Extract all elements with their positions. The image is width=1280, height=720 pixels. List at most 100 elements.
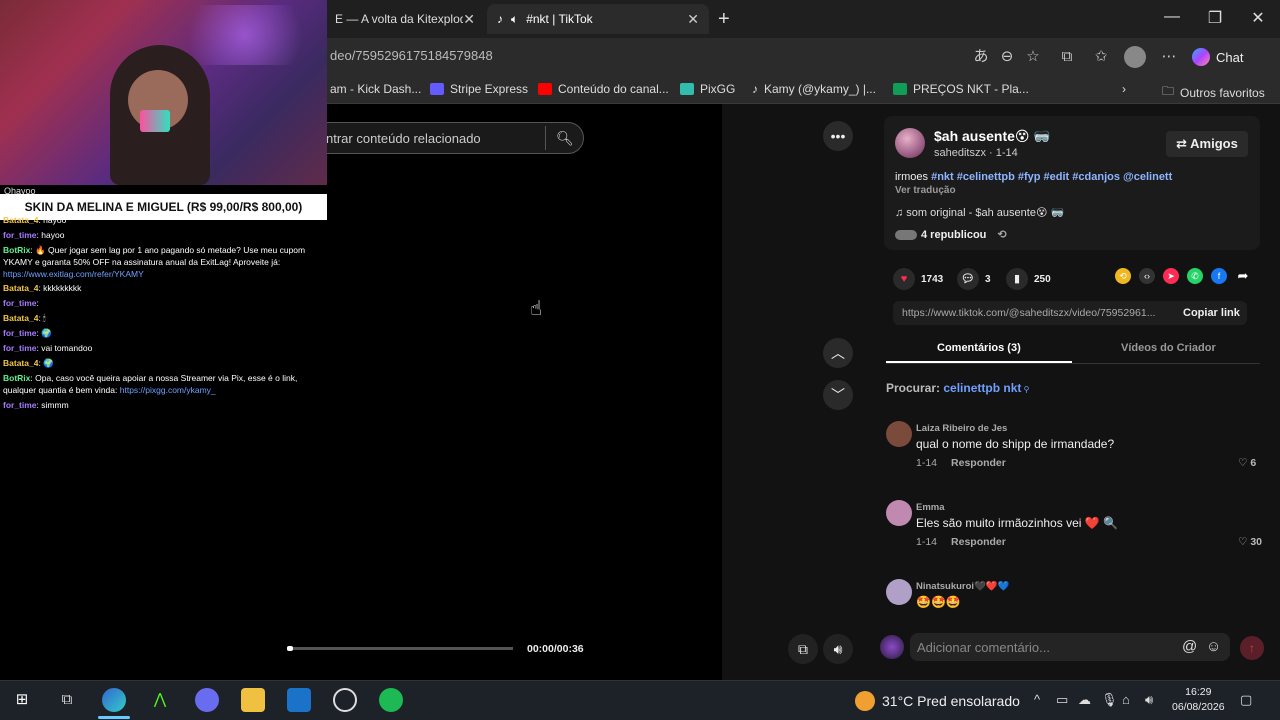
chat-username[interactable]: for_time: [3, 230, 37, 240]
volume-icon[interactable]: 🔊︎: [1145, 692, 1153, 708]
file-explorer-icon[interactable]: [241, 688, 265, 712]
chat-username[interactable]: for_time: [3, 343, 37, 353]
comment-author[interactable]: Laiza Ribeiro de Jes: [916, 423, 1007, 434]
chat-username[interactable]: Batata_4: [3, 283, 38, 293]
avatar[interactable]: [886, 579, 912, 605]
spotify-icon[interactable]: [379, 688, 403, 712]
chat-username[interactable]: Batata_4: [3, 215, 38, 225]
comment-stat[interactable]: 💬︎ 3: [957, 268, 991, 290]
post-tags[interactable]: #nkt #celinettpb #fyp #edit #cdanjos @ce…: [931, 171, 1172, 183]
chat-link[interactable]: https://www.exitlag.com/refer/YKAMY: [3, 269, 144, 279]
comment-like[interactable]: ♡ 30: [1238, 536, 1262, 548]
chat-username[interactable]: Batata_4: [3, 358, 38, 368]
bookmark-youtube[interactable]: Conteúdo do canal...: [538, 82, 669, 96]
embed-icon[interactable]: ‹›: [1139, 268, 1155, 284]
windows-start-icon[interactable]: ⊞: [10, 688, 34, 712]
translate-link[interactable]: Ver tradução: [895, 185, 956, 196]
facebook-icon[interactable]: f: [1211, 268, 1227, 284]
avatar[interactable]: [886, 500, 912, 526]
chat-username[interactable]: BotRix: [3, 373, 30, 383]
edge-icon[interactable]: [102, 688, 126, 712]
heart-icon[interactable]: ♡: [1238, 457, 1250, 469]
share-icon[interactable]: ➦: [1235, 268, 1251, 284]
notifications-icon[interactable]: ▢: [1240, 692, 1252, 708]
maximize-icon[interactable]: ❐: [1195, 8, 1235, 28]
bookmark-pixgg[interactable]: PixGG: [680, 82, 735, 96]
sound-link[interactable]: ♫ som original - $ah ausente😵 🥽: [895, 206, 1064, 219]
friends-button[interactable]: ⇄ Amigos: [1166, 131, 1248, 157]
outlook-icon[interactable]: [287, 688, 311, 712]
comment-like[interactable]: ♡ 6: [1238, 457, 1256, 469]
comment-author[interactable]: Ninatsukuroi🖤❤️💙: [916, 581, 1010, 592]
chevron-right-icon[interactable]: ›: [1122, 82, 1126, 96]
comment-input[interactable]: Adicionar comentário...: [917, 640, 1050, 655]
search-suggestion[interactable]: Procurar: celinettpb nkt ⚲: [886, 381, 1029, 395]
chat-username[interactable]: for_time: [3, 328, 37, 338]
save-stat[interactable]: ▮ 250: [1006, 268, 1051, 290]
microphone-icon[interactable]: 🎙︎: [1101, 692, 1118, 708]
task-view-icon[interactable]: ⧉: [55, 688, 79, 712]
profile-avatar[interactable]: [1124, 46, 1146, 68]
extensions-icon[interactable]: ⧉: [1056, 46, 1078, 68]
reply-button[interactable]: Responder: [951, 536, 1006, 548]
favorites-icon[interactable]: ✩: [1090, 46, 1112, 68]
tab-creator-videos[interactable]: Vídeos do Criador: [1121, 342, 1216, 354]
heart-icon[interactable]: ♥: [893, 268, 915, 290]
clock[interactable]: 16:29 06/08/2026: [1172, 685, 1225, 715]
volume-icon[interactable]: 🔊︎: [823, 634, 853, 664]
chat-username[interactable]: for_time: [3, 400, 37, 410]
video-progress-handle[interactable]: [287, 646, 293, 651]
bookmark-kick[interactable]: am - Kick Dash...: [330, 82, 421, 96]
video-progress-bar[interactable]: [287, 647, 513, 650]
video-link[interactable]: https://www.tiktok.com/@saheditszx/video…: [902, 307, 1155, 319]
translate-icon[interactable]: あ: [970, 46, 992, 68]
weather-text[interactable]: 31°C Pred ensolarado: [882, 693, 1020, 709]
tab-tiktok[interactable]: ♪ 🔈︎ #nkt | TikTok ✕: [487, 4, 709, 34]
new-tab-icon[interactable]: +: [718, 8, 730, 31]
close-icon[interactable]: ✕: [687, 11, 699, 28]
bookmark-icon[interactable]: ▮: [1006, 268, 1028, 290]
bookmark-tiktok[interactable]: ♪ Kamy (@ykamy_) |...: [752, 82, 876, 96]
search-input[interactable]: ntrar conteúdo relacionado: [326, 131, 481, 146]
device-icon[interactable]: ▭: [1056, 692, 1068, 708]
chevron-down-icon[interactable]: ﹀: [823, 380, 853, 410]
bookmark-stripe[interactable]: Stripe Express: [430, 82, 528, 96]
tab-kitexplode[interactable]: E — A volta da Kitexplode ✕: [325, 4, 485, 34]
more-options-button[interactable]: •••: [823, 121, 853, 151]
comment-author[interactable]: Emma: [916, 502, 945, 513]
chevron-up-icon[interactable]: ^: [1034, 692, 1040, 707]
tab-comments[interactable]: Comentários (3): [937, 342, 1021, 354]
mention-icon[interactable]: @: [1182, 638, 1197, 655]
discord-icon[interactable]: [195, 688, 219, 712]
url-field[interactable]: deo/7595296175184579848: [330, 48, 493, 63]
chat-username[interactable]: Batata_4: [3, 313, 38, 323]
reply-button[interactable]: Responder: [951, 457, 1006, 469]
chat-username[interactable]: BotRix: [3, 245, 30, 255]
zoom-icon[interactable]: ⊖: [996, 46, 1018, 68]
speaker-icon[interactable]: 🔈︎: [511, 12, 518, 27]
obs-icon[interactable]: [333, 688, 357, 712]
chat-username[interactable]: for_time: [3, 298, 37, 308]
comment-icon[interactable]: 💬︎: [957, 268, 979, 290]
favorite-star-icon[interactable]: ☆: [1022, 46, 1044, 68]
copy-link-button[interactable]: Copiar link: [1183, 307, 1240, 319]
cloud-icon[interactable]: ☁: [1078, 692, 1091, 708]
more-icon[interactable]: ⋯: [1158, 46, 1180, 68]
bookmark-precos[interactable]: PREÇOS NKT - Pla...: [893, 82, 1029, 96]
avatar[interactable]: [895, 128, 925, 158]
copilot-chat-button[interactable]: Chat: [1192, 48, 1243, 66]
avatar[interactable]: [886, 421, 912, 447]
chevron-up-icon[interactable]: ︿: [823, 338, 853, 368]
send-comment-button[interactable]: ↑: [1240, 636, 1264, 660]
reposts[interactable]: 4 republicou ⟲: [895, 228, 1007, 241]
like-stat[interactable]: ♥ 1743: [893, 268, 943, 290]
heart-icon[interactable]: ♡: [1238, 536, 1250, 548]
search-suggestion-query[interactable]: celinettpb nkt: [943, 381, 1021, 395]
close-icon[interactable]: ✕: [463, 11, 475, 28]
network-icon[interactable]: ⌂: [1122, 692, 1130, 707]
app-icon[interactable]: ⋀: [148, 688, 172, 712]
send-icon[interactable]: ➤: [1163, 268, 1179, 284]
repost-share-icon[interactable]: ⟲: [1115, 268, 1131, 284]
search-icon[interactable]: 🔍︎: [556, 130, 574, 147]
close-window-icon[interactable]: ✕: [1238, 8, 1278, 28]
